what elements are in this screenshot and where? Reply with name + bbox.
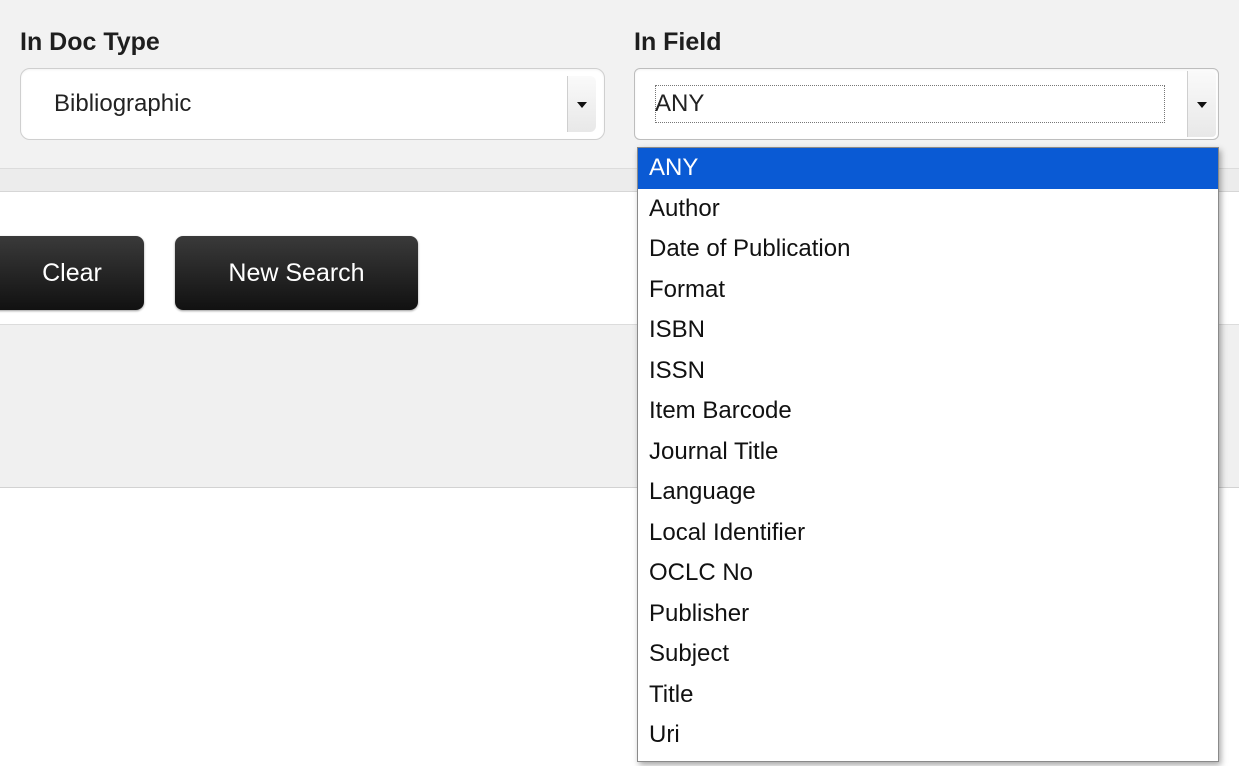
field-option[interactable]: ANY	[638, 148, 1218, 189]
field-option[interactable]: Subject	[638, 634, 1218, 675]
field-option[interactable]: Language	[638, 472, 1218, 513]
field-option[interactable]: Date of Publication	[638, 229, 1218, 270]
field-value: ANY	[655, 90, 705, 117]
field-select[interactable]: ANY	[634, 68, 1219, 140]
field-dropdown-button[interactable]	[1187, 71, 1216, 137]
doc-type-value: Bibliographic	[54, 90, 192, 117]
field-option[interactable]: Journal Title	[638, 432, 1218, 473]
chevron-down-icon	[577, 102, 587, 108]
field-option[interactable]: Title	[638, 675, 1218, 716]
clear-button[interactable]: Clear	[0, 236, 144, 310]
field-option[interactable]: Format	[638, 270, 1218, 311]
new-search-button[interactable]: New Search	[175, 236, 418, 310]
doc-type-label: In Doc Type	[20, 28, 160, 56]
doc-type-dropdown-button[interactable]	[567, 76, 596, 132]
field-option[interactable]: Author	[638, 189, 1218, 230]
search-filter-panel: In Doc Type In Field Bibliographic ANY	[0, 0, 1239, 169]
field-option[interactable]: ISSN	[638, 351, 1218, 392]
field-option[interactable]: Publisher	[638, 594, 1218, 635]
chevron-down-icon	[1197, 102, 1207, 108]
focus-ring	[655, 85, 1165, 123]
field-options-list[interactable]: ANY Author Date of Publication Format ISBN IS…	[637, 147, 1219, 762]
field-option[interactable]: ISBN	[638, 310, 1218, 351]
field-option[interactable]: Local Identifier	[638, 513, 1218, 554]
field-option[interactable]: OCLC No	[638, 553, 1218, 594]
field-option[interactable]: Uri	[638, 715, 1218, 756]
field-label: In Field	[634, 28, 722, 56]
field-option[interactable]: Item Barcode	[638, 391, 1218, 432]
doc-type-select[interactable]: Bibliographic	[20, 68, 605, 140]
